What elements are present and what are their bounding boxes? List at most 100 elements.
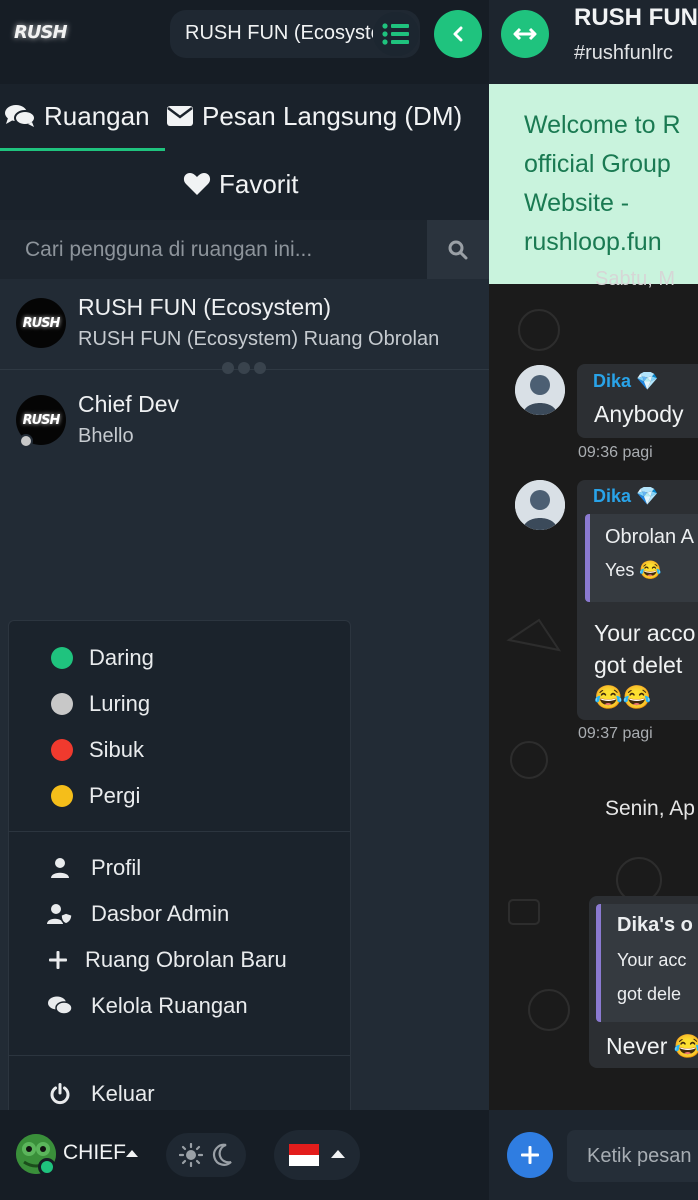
message-text: Never 😂 xyxy=(606,1033,698,1059)
active-tab-indicator xyxy=(0,148,165,151)
message-text: Your acco xyxy=(594,620,696,646)
status-online-option[interactable]: Daring xyxy=(51,645,154,671)
caret-up-icon[interactable] xyxy=(126,1150,138,1157)
loading-dots xyxy=(222,362,266,374)
tab-rooms-label: Ruangan xyxy=(44,100,150,131)
menu-divider xyxy=(9,831,350,832)
chat-channel: #rushfunlrc xyxy=(574,42,673,64)
tab-dm-label: Pesan Langsung (DM) xyxy=(202,100,463,131)
room-subtitle: RUSH FUN (Ecosystem) Ruang Obrolan xyxy=(78,328,440,350)
menu-item-label: Keluar xyxy=(91,1081,155,1106)
offline-status-dot xyxy=(19,434,33,448)
room-item-rush-fun[interactable]: RUSH RUSH FUN (Ecosystem) RUSH FUN (Ecos… xyxy=(0,280,489,370)
status-label: Daring xyxy=(89,645,154,670)
quote-sender: Dika's o xyxy=(617,914,693,936)
language-selector[interactable] xyxy=(274,1130,360,1180)
message-text: got delet xyxy=(594,652,683,678)
theme-toggle[interactable] xyxy=(166,1133,246,1177)
sidebar-header: RUSH RUSH FUN (Ecosystem) xyxy=(0,0,489,84)
quote-sender: Obrolan A xyxy=(605,526,694,548)
avatar[interactable] xyxy=(515,365,565,415)
room-list-button[interactable] xyxy=(373,12,419,56)
menu-divider xyxy=(9,1055,350,1056)
chat-header: RUSH FUN #rushfunlrc xyxy=(489,0,698,84)
message-input[interactable] xyxy=(567,1130,698,1182)
status-offline-option[interactable]: Luring xyxy=(51,691,150,717)
sidebar-tabs: Ruangan Pesan Langsung (DM) Favorit xyxy=(0,84,489,220)
status-dot-icon xyxy=(51,693,73,715)
status-dot-icon xyxy=(51,739,73,761)
status-dot-icon xyxy=(51,785,73,807)
list-icon xyxy=(382,23,409,45)
indonesia-flag-icon xyxy=(289,1144,319,1166)
user-icon xyxy=(47,855,73,881)
room-selector-label: RUSH FUN (Ecosystem) xyxy=(185,22,373,44)
message-sender[interactable]: Dika 💎 xyxy=(593,486,658,507)
menu-item-admin-dashboard[interactable]: Dasbor Admin xyxy=(47,901,229,927)
avatar[interactable] xyxy=(515,480,565,530)
room-item-chief-dev[interactable]: RUSH Chief Dev Bhello xyxy=(0,375,489,465)
status-away-option[interactable]: Pergi xyxy=(51,783,140,809)
quote-text: got dele xyxy=(617,984,682,1004)
status-dot-icon xyxy=(51,647,73,669)
chat-bubbles-icon xyxy=(5,105,36,127)
status-label: Pergi xyxy=(89,783,141,808)
user-avatar-icon xyxy=(515,480,565,530)
user-name[interactable]: CHIEF xyxy=(63,1141,126,1165)
message-text: 😂😂 xyxy=(594,684,652,710)
status-label: Luring xyxy=(89,691,151,716)
message-time: 09:37 pagi xyxy=(578,725,653,742)
status-label: Sibuk xyxy=(89,737,145,762)
user-avatar-icon xyxy=(515,365,565,415)
user-online-status xyxy=(38,1158,56,1176)
room-avatar: RUSH xyxy=(16,298,66,348)
plus-icon xyxy=(45,947,71,973)
search-button[interactable] xyxy=(427,220,489,279)
user-shield-icon xyxy=(47,901,73,927)
message-sender[interactable]: Dika 💎 xyxy=(593,371,658,392)
status-busy-option[interactable]: Sibuk xyxy=(51,737,144,763)
comments-icon xyxy=(47,993,73,1019)
room-subtitle: Bhello xyxy=(78,425,134,447)
menu-item-label: Ruang Obrolan Baru xyxy=(85,947,287,972)
tab-favorites[interactable]: Favorit xyxy=(183,164,298,204)
menu-item-new-room[interactable]: Ruang Obrolan Baru xyxy=(45,947,287,973)
chat-panel: RUSH FUN #rushfunlrc Welcome to R offici… xyxy=(489,0,698,1200)
sun-icon xyxy=(179,1143,203,1167)
menu-item-label: Kelola Ruangan xyxy=(91,993,248,1018)
app-logo: RUSH xyxy=(14,22,68,43)
message-time: 09:36 pagi xyxy=(578,444,653,461)
expand-button[interactable] xyxy=(501,10,549,58)
collapse-sidebar-button[interactable] xyxy=(434,10,482,58)
menu-item-manage-rooms[interactable]: Kelola Ruangan xyxy=(47,993,248,1019)
tab-direct-messages[interactable]: Pesan Langsung (DM) xyxy=(166,96,462,136)
envelope-icon xyxy=(167,106,193,126)
power-icon xyxy=(47,1081,73,1107)
search-icon xyxy=(448,240,468,259)
welcome-banner: Welcome to R official Group Website - ru… xyxy=(489,84,698,284)
message-composer xyxy=(489,1110,698,1200)
room-name: RUSH FUN (Ecosystem) xyxy=(78,294,332,320)
caret-up-icon xyxy=(331,1150,345,1158)
plus-icon xyxy=(521,1146,539,1164)
message-text: Anybody xyxy=(594,401,684,427)
room-name: Chief Dev xyxy=(78,391,179,417)
menu-item-profile[interactable]: Profil xyxy=(47,855,141,881)
chat-title: RUSH FUN xyxy=(574,4,698,31)
menu-item-label: Dasbor Admin xyxy=(91,901,230,926)
menu-item-label: Profil xyxy=(91,855,142,880)
tab-favorites-label: Favorit xyxy=(219,168,299,199)
date-separator: Sabtu, M xyxy=(595,268,676,290)
moon-icon xyxy=(212,1143,232,1166)
left-sidebar: RUSH RUSH FUN (Ecosystem) xyxy=(0,0,489,1200)
quote-text: Your acc xyxy=(617,950,687,970)
sidebar-footer: CHIEF xyxy=(0,1110,489,1200)
menu-item-logout[interactable]: Keluar xyxy=(47,1081,155,1107)
tab-rooms[interactable]: Ruangan xyxy=(4,96,150,136)
arrows-horizontal-icon xyxy=(513,27,537,41)
chevron-left-icon xyxy=(453,26,463,42)
search-input[interactable] xyxy=(0,220,427,279)
heart-icon xyxy=(183,173,211,195)
user-search xyxy=(0,220,489,279)
add-attachment-button[interactable] xyxy=(507,1132,553,1178)
